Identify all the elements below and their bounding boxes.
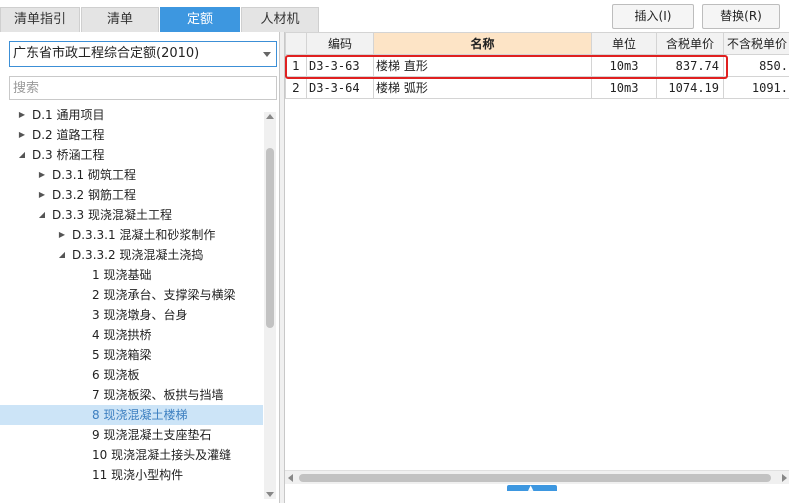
tab-labor-material-machine[interactable]: 人材机 [241, 7, 319, 32]
replace-button[interactable]: 替换(R) [702, 4, 780, 29]
cell-code[interactable]: D3-3-64 [306, 76, 374, 99]
quota-tree: ▶ D.1 通用项目 ▶ D.2 道路工程 ◢ D.3 桥涵工程 ▶ D.3.1 砌筑工程 ▶ D… [0, 104, 263, 503]
tree-node[interactable]: 1 现浇基础 [0, 265, 263, 285]
chevron-up-icon: ▲ [528, 484, 534, 492]
tab-quota[interactable]: 定额 [160, 7, 240, 32]
tree-node-label: 10 现浇混凝土接头及灌缝 [92, 448, 232, 462]
insert-button[interactable]: 插入(I) [612, 4, 694, 29]
quota-grid-panel: 编码 名称 单位 含税单价 不含税单价 1 D3-3-63 楼梯 直形 10m3… [284, 32, 789, 503]
caret-expanded-icon[interactable]: ◢ [17, 145, 27, 165]
search-input[interactable] [9, 76, 277, 100]
tree-node[interactable]: ▶ D.3.1 砌筑工程 [0, 165, 263, 185]
scroll-thumb[interactable] [266, 148, 274, 328]
tree-node-label: 3 现浇墩身、台身 [92, 308, 188, 322]
scroll-down-icon[interactable] [266, 492, 274, 497]
caret-expanded-icon[interactable]: ◢ [37, 205, 47, 225]
row-number: 2 [285, 76, 307, 99]
tab-bar: 清单指引 清单 定额 人材机 插入(I) 替换(R) [0, 0, 789, 32]
tree-node-label: D.3.3 现浇混凝土工程 [52, 208, 172, 222]
tree-node-label: 8 现浇混凝土楼梯 [92, 408, 188, 422]
caret-collapsed-icon[interactable]: ▶ [17, 125, 27, 145]
tree-node-label: D.3.3.1 混凝土和砂浆制作 [72, 228, 216, 242]
panel-splitter-handle[interactable]: ▲ [507, 484, 557, 492]
caret-collapsed-icon[interactable]: ▶ [37, 165, 47, 185]
tab-list-guide[interactable]: 清单指引 [0, 7, 80, 32]
column-header-price-notax[interactable]: 不含税单价 [723, 32, 789, 55]
cell-unit[interactable]: 10m3 [591, 54, 657, 77]
tree-node-label: D.3.3.2 现浇混凝土浇捣 [72, 248, 204, 262]
column-header-price-tax[interactable]: 含税单价 [656, 32, 724, 55]
scroll-up-icon[interactable] [266, 114, 274, 119]
cell-unit[interactable]: 10m3 [591, 76, 657, 99]
tree-node-label: D.3.2 钢筋工程 [52, 188, 136, 202]
tree-node-label: 5 现浇箱梁 [92, 348, 152, 362]
tab-list[interactable]: 清单 [81, 7, 159, 32]
tree-node[interactable]: ▶ D.1 通用项目 [0, 105, 263, 125]
tree-node[interactable]: ▶ D.3.2 钢筋工程 [0, 185, 263, 205]
tree-node-label: 4 现浇拱桥 [92, 328, 152, 342]
table-row[interactable]: 1 D3-3-63 楼梯 直形 10m3 837.74 850. [285, 54, 789, 77]
caret-collapsed-icon[interactable]: ▶ [37, 185, 47, 205]
table-header-row: 编码 名称 单位 含税单价 不含税单价 [285, 32, 789, 55]
caret-collapsed-icon[interactable]: ▶ [57, 225, 67, 245]
tree-node-label: 11 现浇小型构件 [92, 468, 184, 482]
tree-vertical-scrollbar[interactable] [264, 112, 276, 499]
tree-node[interactable]: 10 现浇混凝土接头及灌缝 [0, 445, 263, 465]
caret-expanded-icon[interactable]: ◢ [57, 245, 67, 265]
table-row[interactable]: 2 D3-3-64 楼梯 弧形 10m3 1074.19 1091. [285, 76, 789, 99]
tree-node[interactable]: 5 现浇箱梁 [0, 345, 263, 365]
cell-code[interactable]: D3-3-63 [306, 54, 374, 77]
cell-price-tax[interactable]: 1074.19 [656, 76, 724, 99]
tree-node[interactable]: ◢ D.3.3.2 现浇混凝土浇捣 [0, 245, 263, 265]
tree-node[interactable]: 11 现浇小型构件 [0, 465, 263, 485]
quota-library-selected: 广东省市政工程综合定额(2010) [13, 46, 200, 61]
tree-node-label: D.3.1 砌筑工程 [52, 168, 136, 182]
cell-price-notax[interactable]: 850. [723, 54, 789, 77]
tree-node[interactable]: ◢ D.3.3 现浇混凝土工程 [0, 205, 263, 225]
quota-library-select[interactable]: 广东省市政工程综合定额(2010) [9, 41, 277, 67]
tree-node-label: D.2 道路工程 [32, 128, 105, 142]
tree-node[interactable]: 9 现浇混凝土支座垫石 [0, 425, 263, 445]
tree-node-label: D.3 桥涵工程 [32, 148, 105, 162]
tree-node-label: 7 现浇板梁、板拱与挡墙 [92, 388, 224, 402]
tree-node[interactable]: ▶ D.2 道路工程 [0, 125, 263, 145]
column-header-name[interactable]: 名称 [373, 32, 592, 55]
row-number: 1 [285, 54, 307, 77]
scroll-left-icon[interactable] [288, 474, 293, 482]
tree-node[interactable]: 2 现浇承台、支撑梁与横梁 [0, 285, 263, 305]
tree-node-label: 6 现浇板 [92, 368, 140, 382]
scroll-right-icon[interactable] [782, 474, 787, 482]
tree-node[interactable]: ◢ D.3 桥涵工程 [0, 145, 263, 165]
chevron-down-icon[interactable] [263, 52, 271, 57]
cell-price-tax[interactable]: 837.74 [656, 54, 724, 77]
tree-node[interactable]: 4 现浇拱桥 [0, 325, 263, 345]
tree-node-label: 1 现浇基础 [92, 268, 152, 282]
tree-node[interactable]: 7 现浇板梁、板拱与挡墙 [0, 385, 263, 405]
tree-node-label: 2 现浇承台、支撑梁与横梁 [92, 288, 236, 302]
tree-node[interactable]: 8 现浇混凝土楼梯 [0, 405, 263, 425]
tree-node-label: D.1 通用项目 [32, 108, 105, 122]
cell-name[interactable]: 楼梯 直形 [373, 54, 592, 77]
grid-horizontal-scrollbar[interactable] [285, 470, 789, 484]
column-header-code[interactable]: 编码 [306, 32, 374, 55]
quota-table: 编码 名称 单位 含税单价 不含税单价 1 D3-3-63 楼梯 直形 10m3… [285, 32, 789, 99]
scroll-thumb[interactable] [299, 474, 771, 482]
tree-node[interactable]: 6 现浇板 [0, 365, 263, 385]
quota-tree-panel: 广东省市政工程综合定额(2010) ▶ D.1 通用项目 ▶ D.2 道路工程 ◢ D.3… [0, 32, 280, 503]
cell-price-notax[interactable]: 1091. [723, 76, 789, 99]
tree-node-label: 9 现浇混凝土支座垫石 [92, 428, 212, 442]
tree-node[interactable]: ▶ D.3.3.1 混凝土和砂浆制作 [0, 225, 263, 245]
tree-node[interactable]: 3 现浇墩身、台身 [0, 305, 263, 325]
cell-name[interactable]: 楼梯 弧形 [373, 76, 592, 99]
column-header-unit[interactable]: 单位 [591, 32, 657, 55]
caret-collapsed-icon[interactable]: ▶ [17, 105, 27, 125]
column-header-rownum [285, 32, 307, 55]
